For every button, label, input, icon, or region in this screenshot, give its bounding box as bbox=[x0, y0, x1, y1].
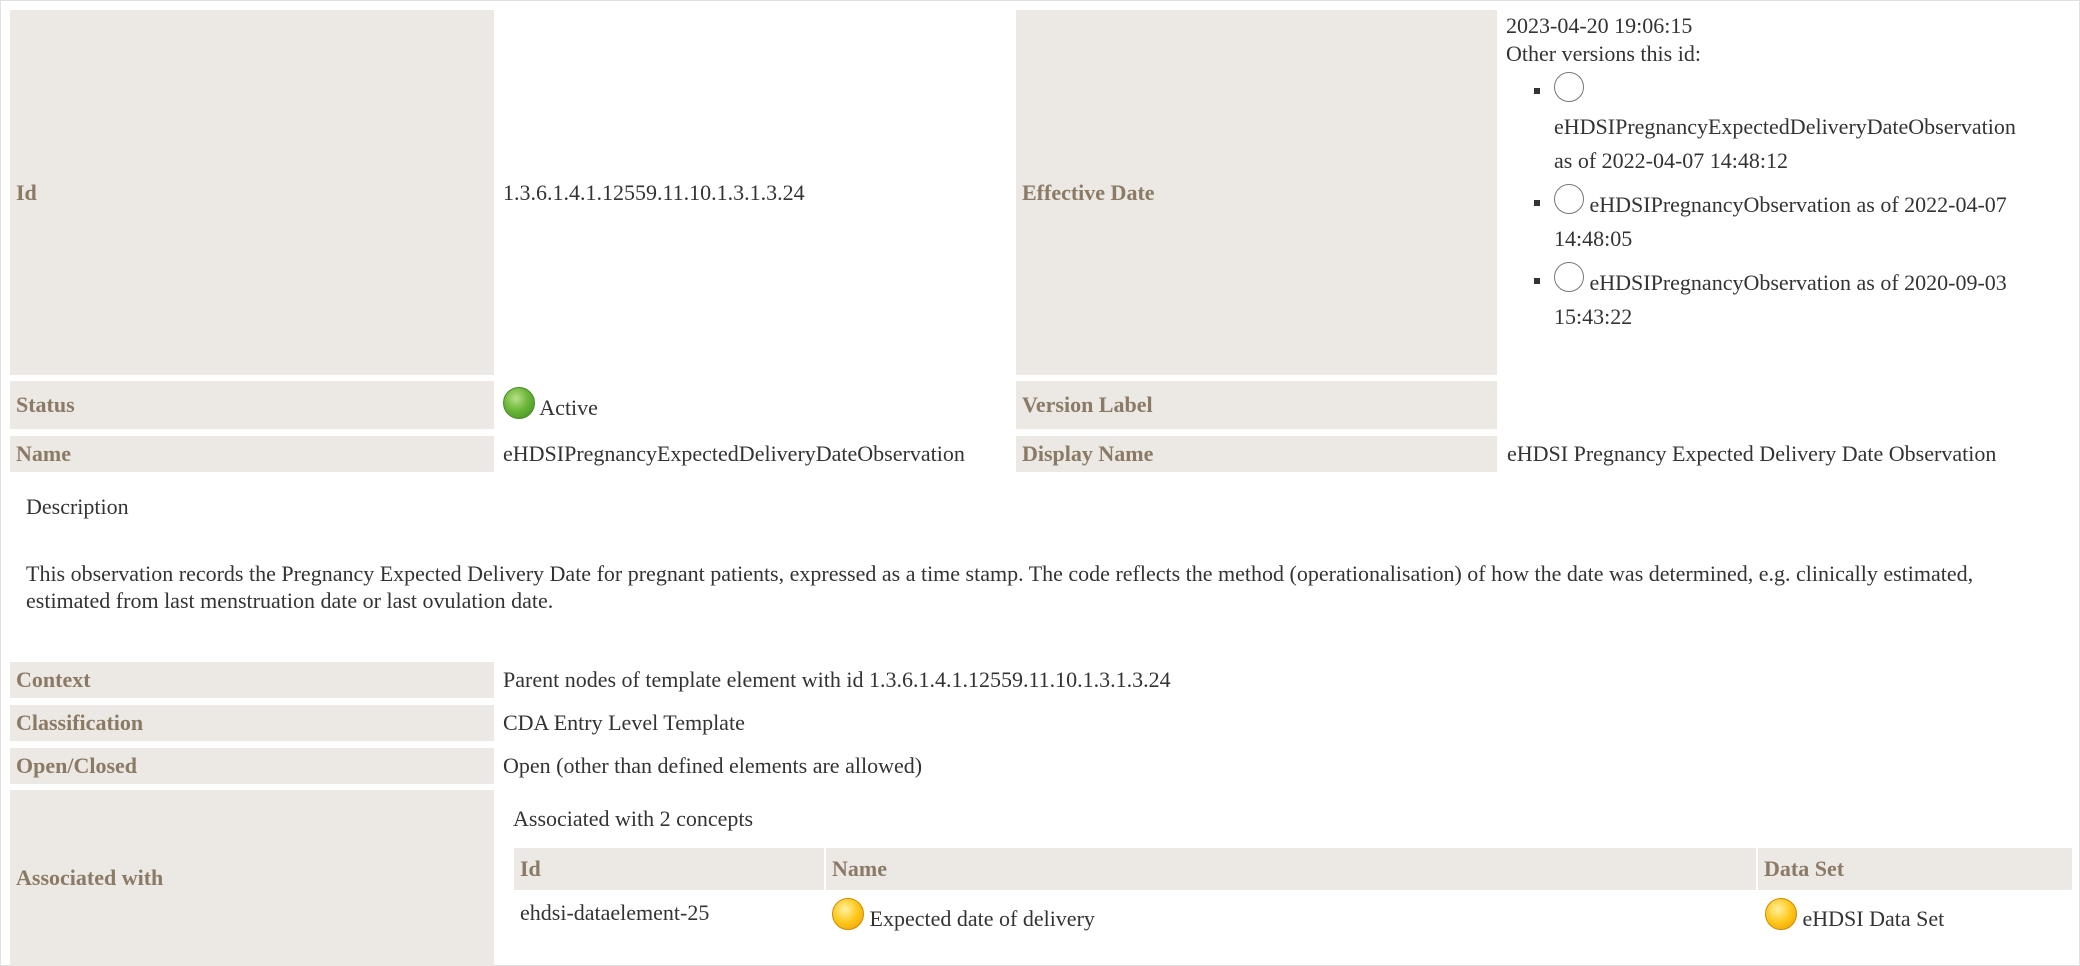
version-item[interactable]: eHDSIPregnancyObservation as of 2020-09-… bbox=[1534, 262, 2066, 334]
draft-status-icon bbox=[832, 898, 864, 930]
version-date: 14:48:05 bbox=[1554, 226, 1633, 251]
associated-label: Associated with bbox=[10, 790, 494, 966]
classification-value: CDA Entry Level Template bbox=[503, 710, 745, 735]
versions-list: eHDSIPregnancyExpectedDeliveryDateObserv… bbox=[1506, 72, 2066, 334]
active-status-icon bbox=[503, 387, 535, 419]
display-name-value: eHDSI Pregnancy Expected Delivery Date O… bbox=[1507, 441, 1997, 466]
version-radio-icon[interactable] bbox=[1554, 184, 1584, 214]
assoc-header-name: Name bbox=[826, 848, 1756, 890]
other-versions-label: Other versions this id: bbox=[1506, 41, 1701, 66]
effective-date-value: 2023-04-20 19:06:15 bbox=[1506, 13, 1693, 38]
associated-summary: Associated with 2 concepts bbox=[513, 806, 754, 831]
name-label: Name bbox=[10, 436, 494, 472]
status-label: Status bbox=[10, 381, 494, 429]
concept-name[interactable]: Expected date of delivery bbox=[870, 906, 1095, 931]
id-value: 1.3.6.1.4.1.12559.11.10.1.3.1.3.24 bbox=[503, 180, 805, 205]
status-value: Active bbox=[503, 387, 598, 421]
effective-date-block: 2023-04-20 19:06:15 Other versions this … bbox=[1506, 12, 2066, 340]
version-date: 15:43:22 bbox=[1554, 304, 1633, 329]
id-label: Id bbox=[10, 10, 494, 375]
version-name[interactable]: eHDSIPregnancyExpectedDeliveryDateObserv… bbox=[1554, 114, 2016, 139]
effective-date-label: Effective Date bbox=[1016, 10, 1497, 375]
description-title: Description bbox=[26, 494, 129, 519]
version-item[interactable]: eHDSIPregnancyObservation as of 2022-04-… bbox=[1534, 184, 2066, 256]
description-text: This observation records the Pregnancy E… bbox=[26, 561, 1974, 613]
version-label-label: Version Label bbox=[1016, 381, 1497, 429]
assoc-header-id: Id bbox=[514, 848, 824, 890]
open-closed-label: Open/Closed bbox=[10, 748, 494, 784]
context-value: Parent nodes of template element with id… bbox=[503, 667, 1171, 692]
version-item[interactable]: eHDSIPregnancyExpectedDeliveryDateObserv… bbox=[1534, 72, 2066, 178]
dataset-name[interactable]: eHDSI Data Set bbox=[1803, 906, 1945, 931]
version-radio-icon[interactable] bbox=[1554, 262, 1584, 292]
status-text: Active bbox=[539, 395, 598, 420]
assoc-row-id: ehdsi-dataelement-25 bbox=[520, 900, 710, 925]
assoc-header-dataset: Data Set bbox=[1758, 848, 2072, 890]
dataset-status-icon bbox=[1765, 898, 1797, 930]
version-name[interactable]: eHDSIPregnancyObservation as of 2022-04-… bbox=[1590, 192, 2007, 217]
display-name-label: Display Name bbox=[1016, 436, 1497, 472]
assoc-row-name[interactable]: Expected date of delivery bbox=[832, 898, 1095, 932]
version-date: as of 2022-04-07 14:48:12 bbox=[1554, 148, 1789, 173]
version-radio-icon[interactable] bbox=[1554, 72, 1584, 102]
assoc-row-dataset[interactable]: eHDSI Data Set bbox=[1765, 898, 1944, 932]
open-closed-value: Open (other than defined elements are al… bbox=[503, 753, 923, 778]
context-label: Context bbox=[10, 662, 494, 698]
name-value: eHDSIPregnancyExpectedDeliveryDateObserv… bbox=[503, 441, 965, 466]
version-name[interactable]: eHDSIPregnancyObservation as of 2020-09-… bbox=[1590, 270, 2007, 295]
classification-label: Classification bbox=[10, 705, 494, 741]
